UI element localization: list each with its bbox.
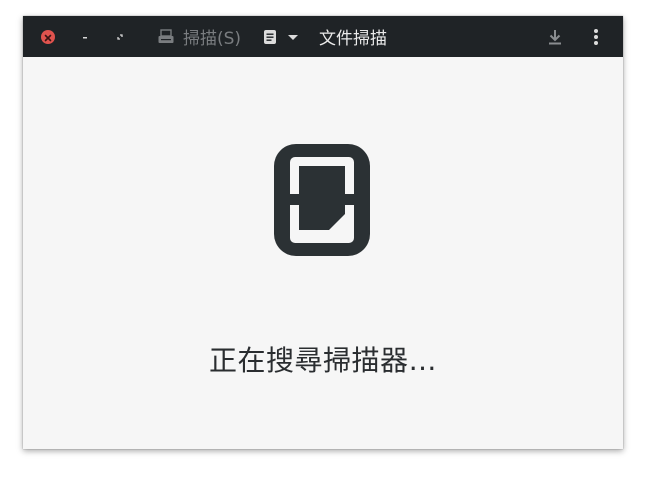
main-content: 正在搜尋掃描器… — [23, 57, 623, 449]
chevron-down-icon — [288, 34, 298, 40]
minimize-icon — [83, 36, 87, 38]
maximize-icon — [117, 33, 123, 40]
main-menu-button[interactable] — [586, 16, 606, 57]
scan-button[interactable]: 掃描(S) — [157, 16, 247, 57]
download-icon — [549, 29, 561, 44]
scanner-icon — [158, 28, 174, 43]
close-button[interactable] — [38, 16, 58, 57]
maximize-button[interactable] — [111, 16, 129, 57]
minimize-button[interactable] — [76, 16, 94, 57]
scanner-document-icon — [274, 144, 370, 256]
save-button[interactable] — [545, 16, 565, 57]
document-icon — [264, 29, 276, 44]
status-message: 正在搜尋掃描器… — [208, 344, 437, 377]
kebab-menu-icon — [594, 28, 598, 45]
window-title: 文件掃描 — [319, 29, 387, 49]
header-bar: 掃描(S) 文件掃描 — [23, 16, 623, 57]
app-window: 掃描(S) 文件掃描 正在搜尋掃描器… — [23, 16, 623, 449]
close-icon — [41, 29, 55, 44]
scan-button-label: 掃描(S) — [183, 29, 242, 49]
document-type-menu-button[interactable] — [263, 16, 305, 57]
